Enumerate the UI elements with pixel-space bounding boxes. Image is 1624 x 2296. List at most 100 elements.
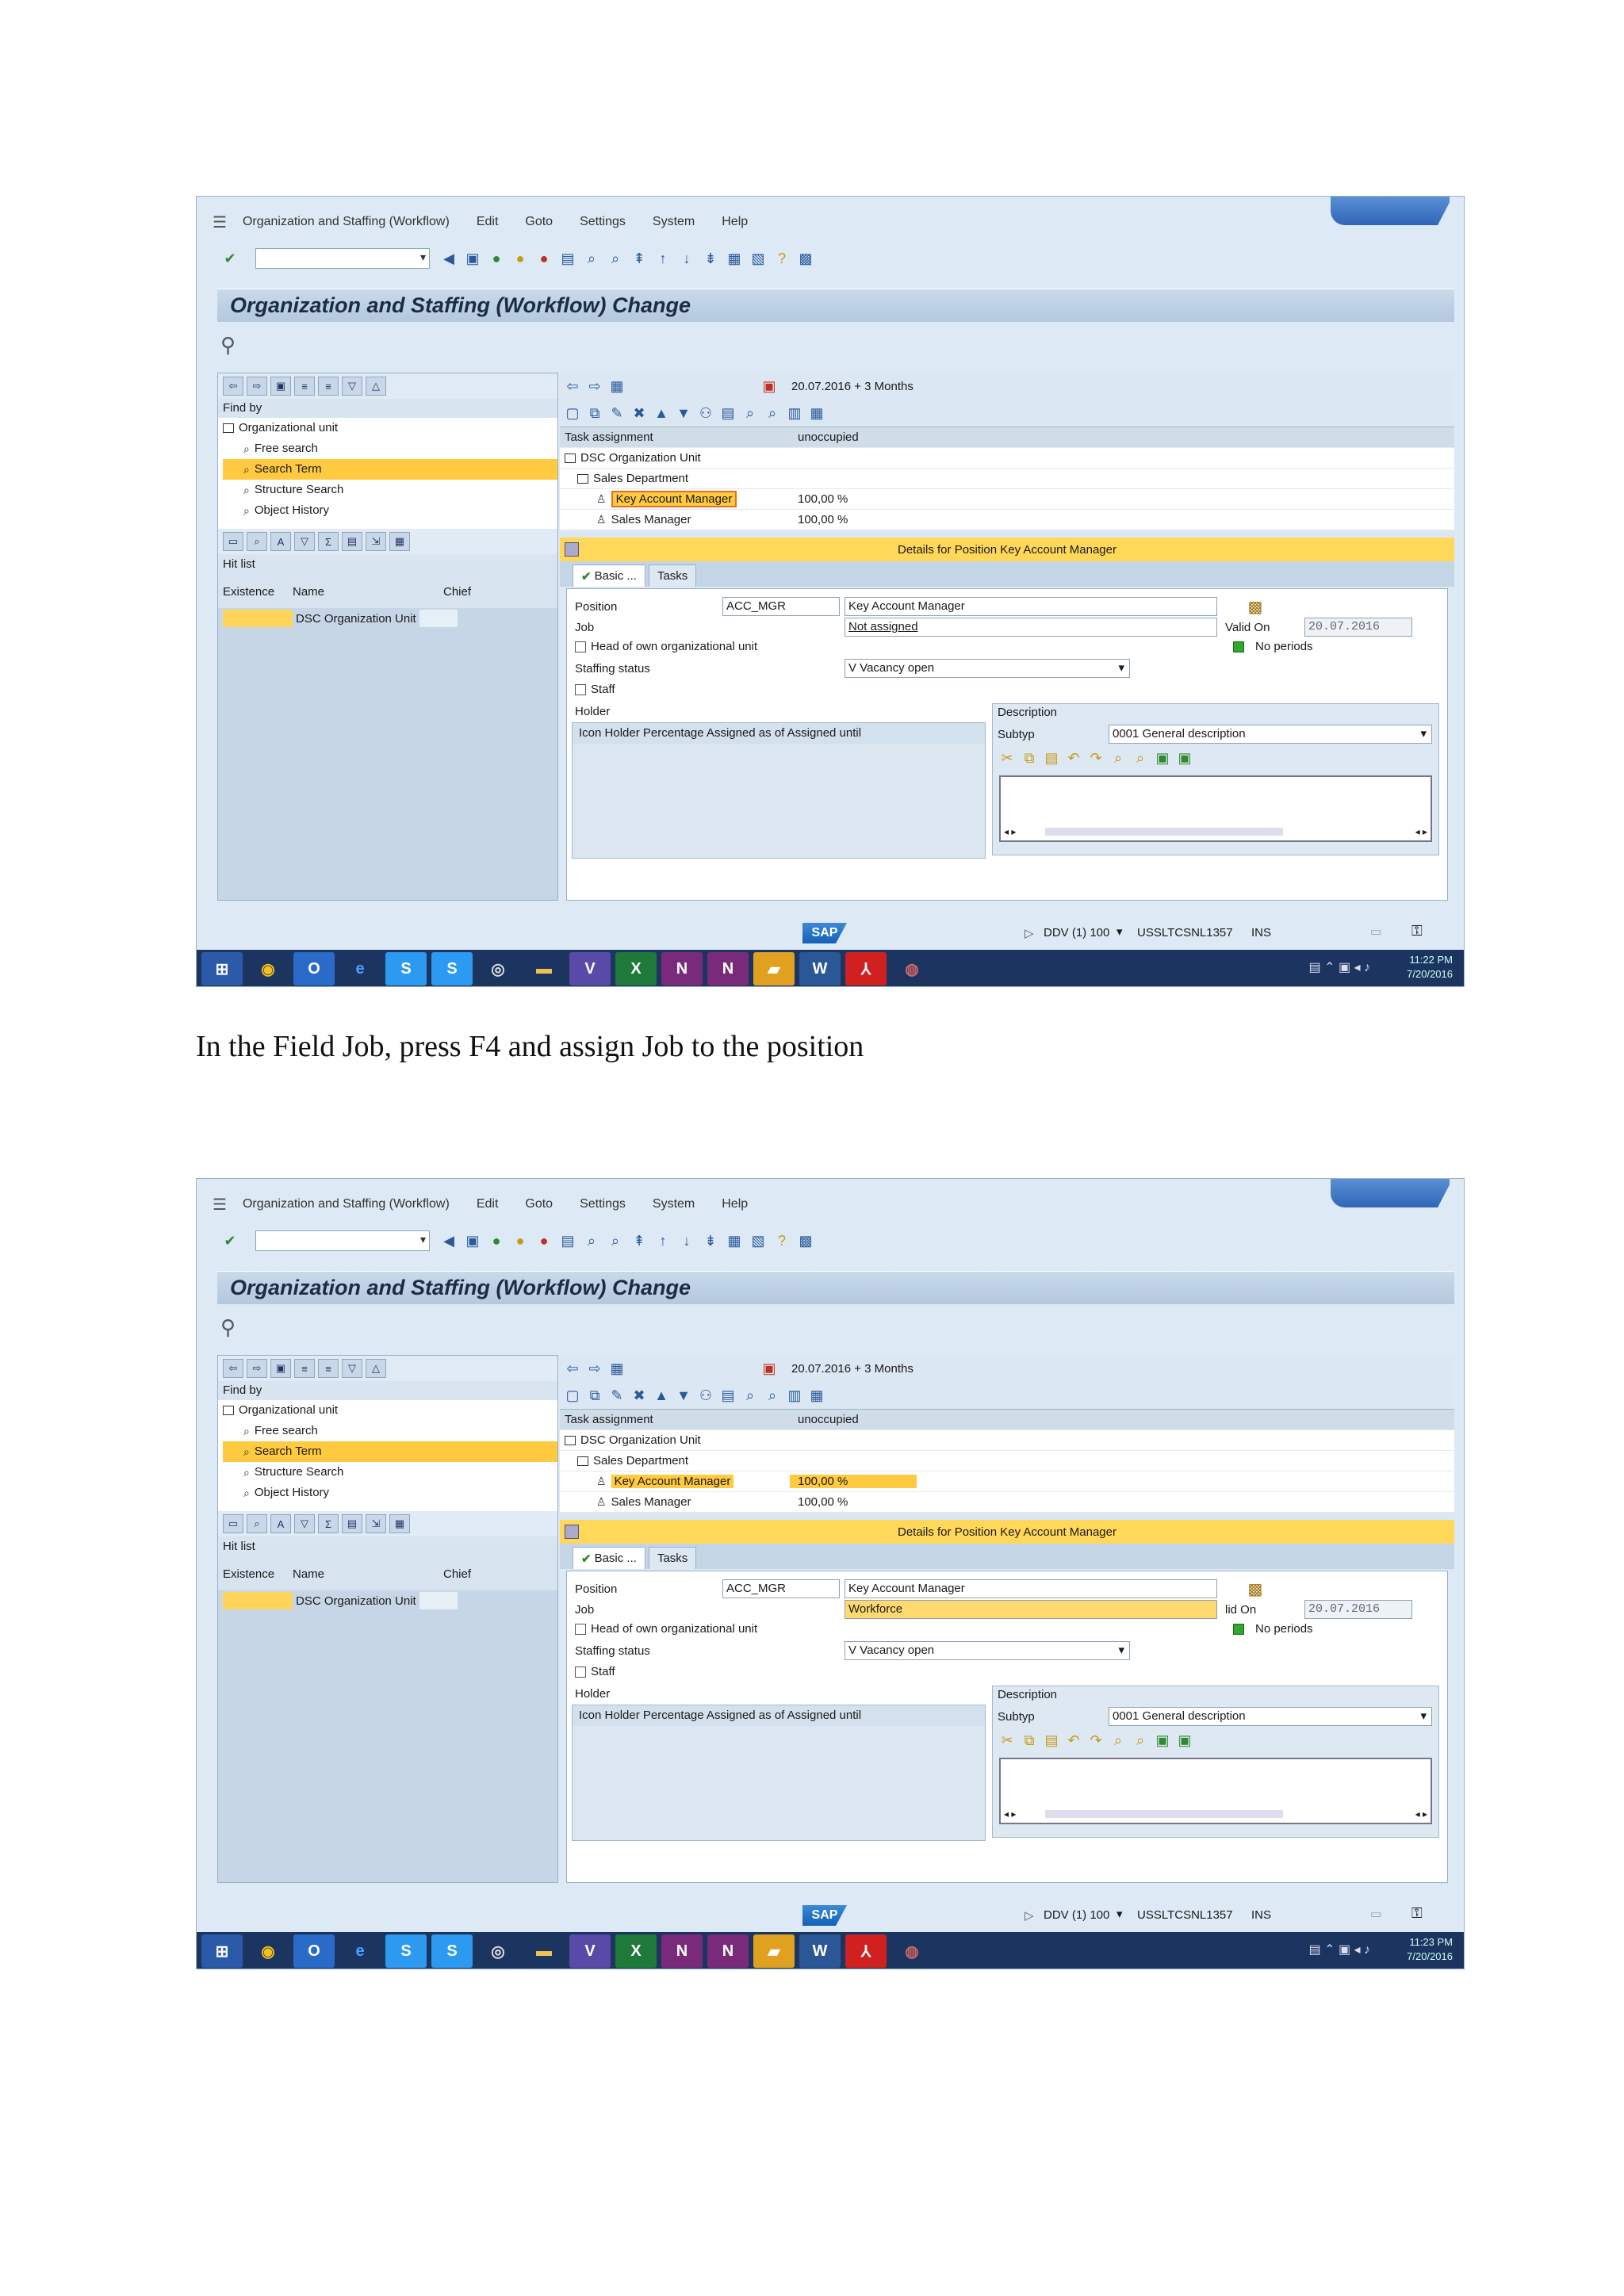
find-next-icon[interactable]: ⌕ (763, 404, 782, 423)
onenote2-icon[interactable]: N (707, 1934, 749, 1968)
staff-checkbox[interactable] (575, 684, 586, 695)
copy-icon[interactable]: ⧉ (1020, 1731, 1039, 1750)
last-page-icon[interactable]: ⇟ (701, 1231, 720, 1250)
menu-item[interactable]: Edit (477, 215, 499, 229)
redo-icon[interactable]: ↷ (1086, 748, 1105, 767)
menu-icon[interactable]: ☰ (213, 212, 227, 232)
back-icon[interactable]: ● (487, 1231, 506, 1250)
list-icon[interactable]: ≡ (294, 377, 315, 396)
sort-asc-icon[interactable]: A (270, 532, 291, 551)
forward-icon[interactable]: ⇨ (585, 377, 604, 396)
columns-icon[interactable]: ▥ (785, 404, 804, 423)
position-name-field[interactable]: Key Account Manager (845, 1579, 1217, 1598)
back-icon[interactable]: ⇦ (223, 1359, 243, 1378)
exit-icon[interactable]: ● (511, 249, 530, 268)
clock[interactable]: 11:22 PM 7/20/2016 (1407, 953, 1453, 982)
next-page-icon[interactable]: ↓ (677, 249, 696, 268)
tab-basic[interactable]: ✔ Basic ... (573, 564, 645, 587)
table-row[interactable]: ♙ Sales Manager 100,00 % (560, 510, 1454, 530)
tab-tasks[interactable]: Tasks (648, 564, 697, 587)
enter-icon[interactable]: ✔ (220, 1231, 239, 1250)
command-field[interactable] (255, 248, 430, 269)
find-next-icon[interactable]: ⌕ (763, 1386, 782, 1405)
settings-icon[interactable]: ▦ (807, 404, 826, 423)
h-scrollbar[interactable] (1045, 828, 1283, 836)
ie-icon[interactable]: e (339, 1934, 381, 1968)
system-dropdown-icon[interactable]: ▾ (1116, 924, 1123, 939)
menu-item[interactable]: Help (722, 215, 748, 229)
settings-icon[interactable]: ▦ (807, 1386, 826, 1405)
expand-icon[interactable]: ▷ (1025, 1908, 1034, 1923)
subtyp-dropdown[interactable]: 0001 General description (1109, 1707, 1432, 1726)
columns-icon[interactable]: ▥ (785, 1386, 804, 1405)
layout-icon[interactable]: ▦ (389, 532, 410, 551)
status-msg-icon[interactable]: ▭ (1370, 924, 1381, 939)
tray-icons[interactable]: ▤ ⌃ ▣ ◂ ♪ (1309, 1942, 1370, 1957)
sum-icon[interactable]: Σ (318, 532, 339, 551)
prev-page-icon[interactable]: ↑ (653, 249, 672, 268)
help-icon[interactable]: ? (772, 249, 791, 268)
menu-item[interactable]: Goto (525, 1197, 553, 1211)
chrome-icon[interactable]: ◉ (247, 1934, 289, 1968)
org-structure-icon[interactable]: ▩ (1246, 597, 1265, 616)
position-name-field[interactable]: Key Account Manager (845, 597, 1217, 616)
tree-item[interactable]: Organizational unit (223, 1400, 557, 1421)
up-icon[interactable]: ▲ (652, 404, 671, 423)
export-icon[interactable]: ▣ (1175, 748, 1194, 767)
list-icon[interactable]: ≡ (294, 1359, 315, 1378)
print-icon[interactable]: ▤ (718, 404, 737, 423)
back-arrow-icon[interactable]: ◀ (439, 249, 458, 268)
enter-icon[interactable]: ✔ (220, 249, 239, 268)
head-checkbox[interactable] (575, 641, 586, 652)
details-icon[interactable] (565, 1525, 579, 1539)
layout-icon[interactable]: ▦ (389, 1514, 410, 1533)
menu-item[interactable]: Help (722, 1197, 748, 1211)
cut-icon[interactable]: ✂ (998, 1731, 1017, 1750)
staff-checkbox[interactable] (575, 1667, 586, 1678)
lock-icon[interactable]: ⚿ (1411, 923, 1423, 939)
find-icon[interactable]: ⌕ (741, 404, 760, 423)
find-icon[interactable]: ⌕ (1109, 1731, 1128, 1750)
create-icon[interactable]: ▢ (563, 1386, 582, 1405)
job-field[interactable]: Workforce (845, 1600, 1217, 1619)
outlook-icon[interactable]: O (293, 1934, 335, 1968)
onenote2-icon[interactable]: N (707, 952, 749, 985)
layout-icon[interactable]: ▩ (796, 1231, 815, 1250)
start-icon[interactable]: ⊞ (201, 1934, 243, 1968)
forward-icon[interactable]: ⇨ (585, 1359, 604, 1378)
pdf-icon[interactable]: ⅄ (845, 1934, 887, 1968)
h-scrollbar[interactable] (1045, 1810, 1283, 1818)
new-session-icon[interactable]: ▦ (725, 249, 744, 268)
command-field[interactable] (255, 1230, 430, 1251)
save-icon[interactable]: ▣ (270, 1359, 291, 1378)
cancel-icon[interactable]: ● (534, 249, 553, 268)
find-icon[interactable]: ⌕ (582, 249, 601, 268)
details-icon[interactable]: ▭ (223, 1514, 243, 1533)
cut-icon[interactable]: ✂ (998, 748, 1017, 767)
find-icon[interactable]: ⌕ (741, 1386, 760, 1405)
calendar-icon[interactable]: ▣ (760, 1359, 779, 1378)
valid-on-field[interactable]: 20.07.2016 (1304, 618, 1412, 637)
edit-icon[interactable]: ✎ (607, 404, 626, 423)
excel-icon[interactable]: X (615, 1934, 657, 1968)
tree-item[interactable]: ⌕ Search Term (223, 1441, 557, 1462)
print-icon[interactable]: ▤ (718, 1386, 737, 1405)
tree-item[interactable]: ⌕ Object History (223, 1483, 557, 1503)
paste-icon[interactable]: ▤ (1042, 748, 1061, 767)
sort-icon[interactable]: △ (366, 1359, 386, 1378)
filter-icon[interactable]: ▽ (294, 532, 315, 551)
wand-icon[interactable]: ⚲ (220, 1315, 236, 1340)
back-icon[interactable]: ⇦ (563, 377, 582, 396)
tree-item[interactable]: ⌕ Object History (223, 500, 557, 521)
staffing-status-dropdown[interactable]: V Vacancy open (845, 1641, 1130, 1660)
lock-icon[interactable]: ⚿ (1411, 1905, 1423, 1922)
search-icon[interactable]: ⌕ (247, 532, 267, 551)
search-icon[interactable]: ⌕ (247, 1514, 267, 1533)
description-textarea[interactable]: ◂ ▸ ◂ ▸ (999, 1758, 1432, 1824)
media-icon[interactable]: ◎ (477, 1934, 519, 1968)
save-icon[interactable]: ▣ (463, 1231, 482, 1250)
staffing-status-dropdown[interactable]: V Vacancy open (845, 659, 1130, 678)
next-page-icon[interactable]: ↓ (677, 1231, 696, 1250)
filter-icon[interactable]: ▽ (342, 1359, 362, 1378)
onenote-icon[interactable]: N (661, 952, 703, 985)
